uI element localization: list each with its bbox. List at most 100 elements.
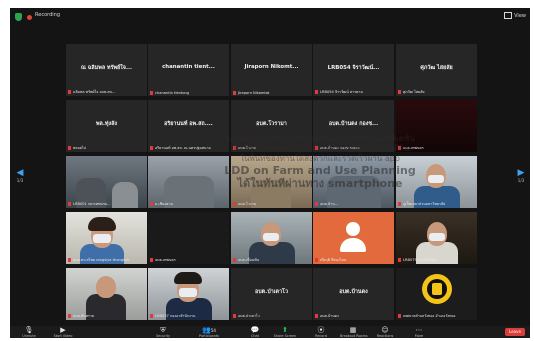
participant-tile[interactable]: LRB001 กษาเทพนรบ...: [66, 156, 147, 208]
shield-icon: ⛨: [160, 326, 166, 334]
participant-tile[interactable]: ณ ฉลิมพล ทรัพย์ใจ... ฉลิมพล ทรัพย์ใจ อบต…: [66, 44, 147, 96]
participant-label: อบต.ทะเลไทย rangsiya thongsuk: [68, 257, 145, 263]
participant-label: อบต.โวงาม: [233, 201, 310, 207]
muted-mic-icon: [398, 314, 401, 318]
muted-mic-icon: [398, 258, 401, 262]
participant-tile[interactable]: LRB037 กองอาสำนักงาน: [148, 268, 229, 320]
reactions-button[interactable]: ☺ Reactions: [372, 326, 398, 339]
emblem-logo: [422, 274, 452, 304]
participant-tile[interactable]: พล.ทุ่งลัง พลอยไป: [66, 100, 147, 152]
participant-label: ภูเก็ตเลขาส่วนมหาวิทยาลัย: [398, 201, 475, 207]
muted-mic-icon: [398, 202, 401, 206]
muted-mic-icon: [150, 91, 153, 95]
participant-tile[interactable]: อบต.เทพนคร: [148, 212, 229, 264]
participant-label: พลอยไป: [68, 145, 145, 151]
participant-label: chanantin tientong: [150, 91, 227, 95]
participant-label: อบต.เขื่อนขัน: [233, 257, 310, 263]
participant-label: LRB054 จิราวัฒน์ สารคาม: [315, 89, 392, 95]
participant-tile[interactable]: เทศบาลตำบลวังทอง อำเภอวังทอง: [396, 268, 477, 320]
active-speaker-tile[interactable]: อบต.สันทราย: [66, 268, 147, 320]
participant-tile[interactable]: อบต.ทะเลไทย rangsiya thongsuk: [66, 212, 147, 264]
participant-label: เทียวุติ สีทองไหล: [315, 257, 392, 263]
participant-name: chanantin tient...: [162, 64, 215, 70]
overlay-line-4: LDD on Farm and Use Planning: [224, 164, 416, 177]
muted-mic-icon: [68, 202, 71, 206]
participant-name: อริยานนท์ อพ.สถ....: [164, 121, 213, 127]
record-icon: ⦿: [317, 326, 325, 334]
people-icon: 👥54: [202, 326, 216, 334]
participant-tile[interactable]: อบต.บ้านดง อบต.บ้านดง: [313, 268, 394, 320]
participant-name: Jiraporn Nikomt...: [244, 64, 299, 70]
shared-announcement-overlay: ขอเชิญผู้เข้าร่วมประชุมทุกท่านดาวน์โหลดแ…: [200, 134, 440, 190]
overlay-line-1: ขอเชิญผู้เข้าร่วมประชุมทุกท่านดาวน์โหลดแ…: [225, 134, 415, 143]
reactions-icon: ☺: [381, 326, 389, 334]
breakout-rooms-button[interactable]: ▦ Breakout Rooms: [340, 326, 368, 339]
participant-label: LRB079 กองวิจัยที่ดิน: [398, 257, 475, 263]
breakout-icon: ▦: [349, 326, 357, 334]
participant-label: LRB001 กษาเทพนรบ...: [68, 201, 145, 207]
participant-label: อบต.สันทราย: [68, 313, 145, 319]
participant-tile[interactable]: อบต.เขื่อนขัน: [231, 212, 312, 264]
participant-label: ม.เชียงคาน: [150, 201, 227, 207]
muted-mic-icon: [150, 258, 153, 262]
view-button[interactable]: View: [504, 12, 526, 19]
participant-tile[interactable]: LRB054 จิราวัฒน์... LRB054 จิราวัฒน์ สาร…: [313, 44, 394, 96]
leave-button[interactable]: Leave: [505, 328, 525, 336]
next-page-button[interactable]: ▶ 1/3: [515, 168, 527, 183]
participant-tile[interactable]: เทียวุติ สีทองไหล: [313, 212, 394, 264]
security-button[interactable]: ⛨ Security: [150, 326, 176, 339]
share-icon: ⬆: [282, 326, 288, 334]
muted-mic-icon: [315, 202, 318, 206]
muted-mic-icon: [150, 314, 153, 318]
participant-tile[interactable]: Jiraporn Nikomt... Jiraporn Nikomtat: [231, 44, 312, 96]
muted-mic-icon: [233, 314, 236, 318]
participant-tile[interactable]: LRB079 กองวิจัยที่ดิน: [396, 212, 477, 264]
muted-mic-icon: [233, 258, 236, 262]
prev-page-button[interactable]: ◀ 1/3: [14, 168, 26, 183]
muted-mic-icon: [233, 91, 236, 95]
more-button[interactable]: ⋯ More: [406, 326, 432, 339]
page-indicator-right: 1/3: [517, 178, 525, 183]
participant-name: อบต.ป่าเตาโว: [255, 289, 288, 295]
muted-mic-icon: [68, 258, 71, 262]
participant-tile[interactable]: chanantin tient... chanantin tientong: [148, 44, 229, 96]
page-indicator-left: 1/3: [16, 178, 24, 183]
start-video-button[interactable]: ▶ Start Video: [50, 326, 76, 339]
view-label: View: [514, 13, 526, 19]
shield-icon[interactable]: [15, 13, 22, 21]
participant-label: เทศบาลตำบลวังทอง อำเภอวังทอง: [398, 313, 475, 319]
record-button[interactable]: ⦿ Record: [308, 326, 334, 339]
participant-name: LRB054 จิราวัฒน์...: [327, 65, 380, 71]
more-icon: ⋯: [415, 326, 423, 334]
participant-name: อบต.โวรามา: [256, 121, 287, 127]
top-bar: Recording View: [10, 8, 530, 26]
participant-label: ศุภวัฒ ไสยลัย: [398, 89, 475, 95]
zoom-window: Recording View ◀ 1/3 ▶ 1/3 ณ ฉลิมพล ทรัพย์…: [10, 8, 530, 338]
muted-mic-icon: [150, 202, 153, 206]
muted-mic-icon: [315, 258, 318, 262]
participants-button[interactable]: 👥54 Participants: [196, 326, 222, 339]
mic-icon: 🎙: [24, 326, 34, 334]
overlay-line-5: ได้ในทันทีผ่านทาง smartphone: [237, 177, 403, 190]
participant-tile[interactable]: อบต.ป่าเตาโว อบต.ป่าเตาโว: [231, 268, 312, 320]
chat-button[interactable]: 💬 Chat: [242, 327, 268, 339]
participant-label: LRB037 กองอาสำนักงาน: [150, 313, 227, 319]
participant-tile[interactable]: ศุภวัฒ ไสยลัย ศุภวัฒ ไสยลัย: [396, 44, 477, 96]
participant-name: ณ ฉลิมพล ทรัพย์ใจ...: [80, 65, 133, 71]
muted-mic-icon: [315, 314, 318, 318]
overlay-line-2: เพื่อใช้ตรวจสอบข้อมูลที่ดินและการใช้ประโ…: [230, 144, 410, 153]
participant-name: อบต.บ้านดง กองช...: [328, 121, 379, 127]
participant-label: อบต.บ้านดง: [315, 313, 392, 319]
recording-label: Recording: [35, 12, 61, 18]
video-icon: ▶: [60, 326, 66, 334]
participant-label: Jiraporn Nikomtat: [233, 91, 310, 95]
unmute-button[interactable]: 🎙 Unmute: [16, 326, 42, 339]
overlay-line-3: ในพื้นที่ของท่านได้สะดวกและรวดเร็วผ่าน a…: [240, 154, 400, 163]
grid-icon: [504, 12, 513, 19]
muted-mic-icon: [68, 90, 71, 94]
muted-mic-icon: [68, 314, 71, 318]
participant-label: อบต.เทพนคร: [150, 257, 227, 263]
share-screen-button[interactable]: ⬆ Share Screen: [272, 326, 298, 339]
participant-label: อบต.ป่าเตาโว: [233, 313, 310, 319]
muted-mic-icon: [150, 146, 153, 150]
